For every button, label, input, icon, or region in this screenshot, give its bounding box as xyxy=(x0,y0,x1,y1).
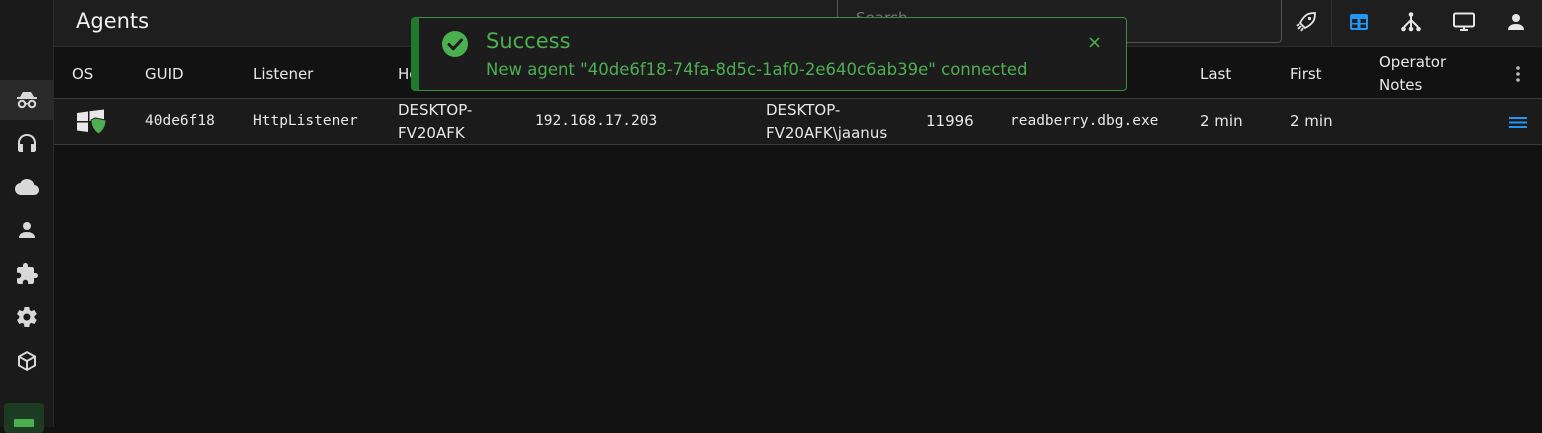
agent-last-seen: 2 min xyxy=(1200,112,1243,130)
page-title: Agents xyxy=(76,9,150,33)
agent-pid: 11996 xyxy=(926,112,974,130)
success-toast: Success New agent "40de6f18-74fa-8d5c-1a… xyxy=(411,17,1127,91)
windows-shield-icon xyxy=(76,99,108,144)
sidebar xyxy=(0,0,54,433)
monitor-icon[interactable] xyxy=(1442,0,1486,44)
table-row[interactable]: 40de6f18 HttpListener DESKTOP- FV20AFK 1… xyxy=(54,99,1542,145)
agent-user: DESKTOP- FV20AFK\jaanus xyxy=(766,100,888,142)
graph-view-icon[interactable] xyxy=(1389,0,1433,44)
rocket-icon[interactable] xyxy=(1284,0,1328,44)
cloud-icon[interactable] xyxy=(0,167,53,207)
column-header-first[interactable]: First xyxy=(1290,50,1322,98)
column-header-listener[interactable]: Listener xyxy=(253,50,313,98)
agent-hostname: DESKTOP- FV20AFK xyxy=(398,100,473,142)
column-header-os[interactable]: OS xyxy=(72,50,93,98)
grid-view-icon[interactable] xyxy=(1337,0,1381,44)
agents-icon[interactable] xyxy=(0,80,53,120)
column-header-operator-notes[interactable]: Operator Notes xyxy=(1379,50,1446,98)
column-menu-icon[interactable] xyxy=(1510,50,1526,98)
toast-title: Success xyxy=(486,29,571,53)
column-header-last[interactable]: Last xyxy=(1200,50,1231,98)
close-icon[interactable]: × xyxy=(1087,32,1102,53)
terminal-tab[interactable] xyxy=(4,403,44,433)
row-menu-icon[interactable] xyxy=(1508,99,1528,144)
check-circle-icon xyxy=(441,30,469,58)
agent-ip: 192.168.17.203 xyxy=(535,113,658,129)
toast-message: New agent "40de6f18-74fa-8d5c-1af0-2e640… xyxy=(486,60,1028,79)
listeners-icon[interactable] xyxy=(0,123,53,163)
settings-icon[interactable] xyxy=(0,297,53,337)
agent-guid: 40de6f18 xyxy=(145,113,215,129)
column-header-guid[interactable]: GUID xyxy=(145,50,184,98)
agent-listener: HttpListener xyxy=(253,113,358,129)
plugins-icon[interactable] xyxy=(0,254,53,294)
toolbar-divider xyxy=(1331,0,1332,46)
payloads-icon[interactable] xyxy=(0,341,53,381)
operators-icon[interactable] xyxy=(0,210,53,250)
agent-process: readberry.dbg.exe xyxy=(1010,113,1159,129)
agent-first-seen: 2 min xyxy=(1290,112,1333,130)
user-icon[interactable] xyxy=(1494,0,1538,44)
